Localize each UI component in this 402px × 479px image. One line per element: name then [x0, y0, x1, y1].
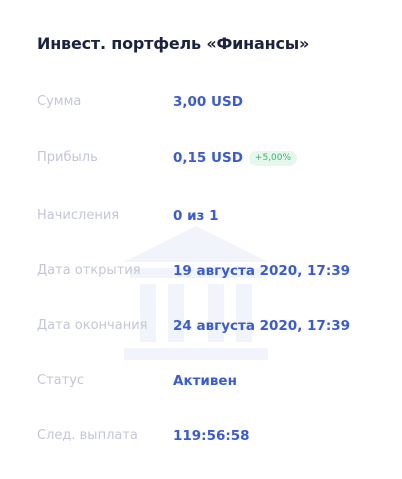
row-close-date: Дата окончания 24 августа 2020, 17:39: [0, 316, 402, 336]
amount-label: Сумма: [37, 94, 82, 109]
bank-icon: [124, 226, 268, 360]
row-open-date: Дата открытия 19 августа 2020, 17:39: [0, 261, 402, 281]
open-date-value: 19 августа 2020, 17:39: [173, 263, 351, 279]
row-status: Статус Активен: [0, 371, 402, 391]
row-amount: Сумма 3,00 USD: [0, 92, 402, 112]
profit-percent-badge: +5,00%: [248, 151, 298, 166]
row-next-payout: След. выплата 119:56:58: [0, 426, 402, 446]
amount-value: 3,00 USD: [173, 94, 243, 110]
close-date-value: 24 августа 2020, 17:39: [173, 318, 351, 334]
profit-label: Прибыль: [37, 150, 98, 165]
next-payout-timer: 119:56:58: [173, 428, 250, 444]
row-profit: Прибыль 0,15 USD +5,00%: [0, 148, 402, 168]
profit-value: 0,15 USD: [173, 150, 243, 166]
accruals-label: Начисления: [37, 208, 120, 223]
next-payout-label: След. выплата: [37, 428, 138, 443]
status-value: Активен: [173, 373, 237, 389]
close-date-label: Дата окончания: [37, 318, 148, 333]
accruals-value: 0 из 1: [173, 208, 219, 224]
portfolio-card: Инвест. портфель «Финансы» Сумма 3,00 US…: [0, 0, 402, 479]
profit-value-wrap: 0,15 USD +5,00%: [173, 148, 298, 168]
row-accruals: Начисления 0 из 1: [0, 206, 402, 226]
open-date-label: Дата открытия: [37, 263, 141, 278]
status-label: Статус: [37, 373, 85, 388]
card-title: Инвест. портфель «Финансы»: [37, 34, 310, 53]
